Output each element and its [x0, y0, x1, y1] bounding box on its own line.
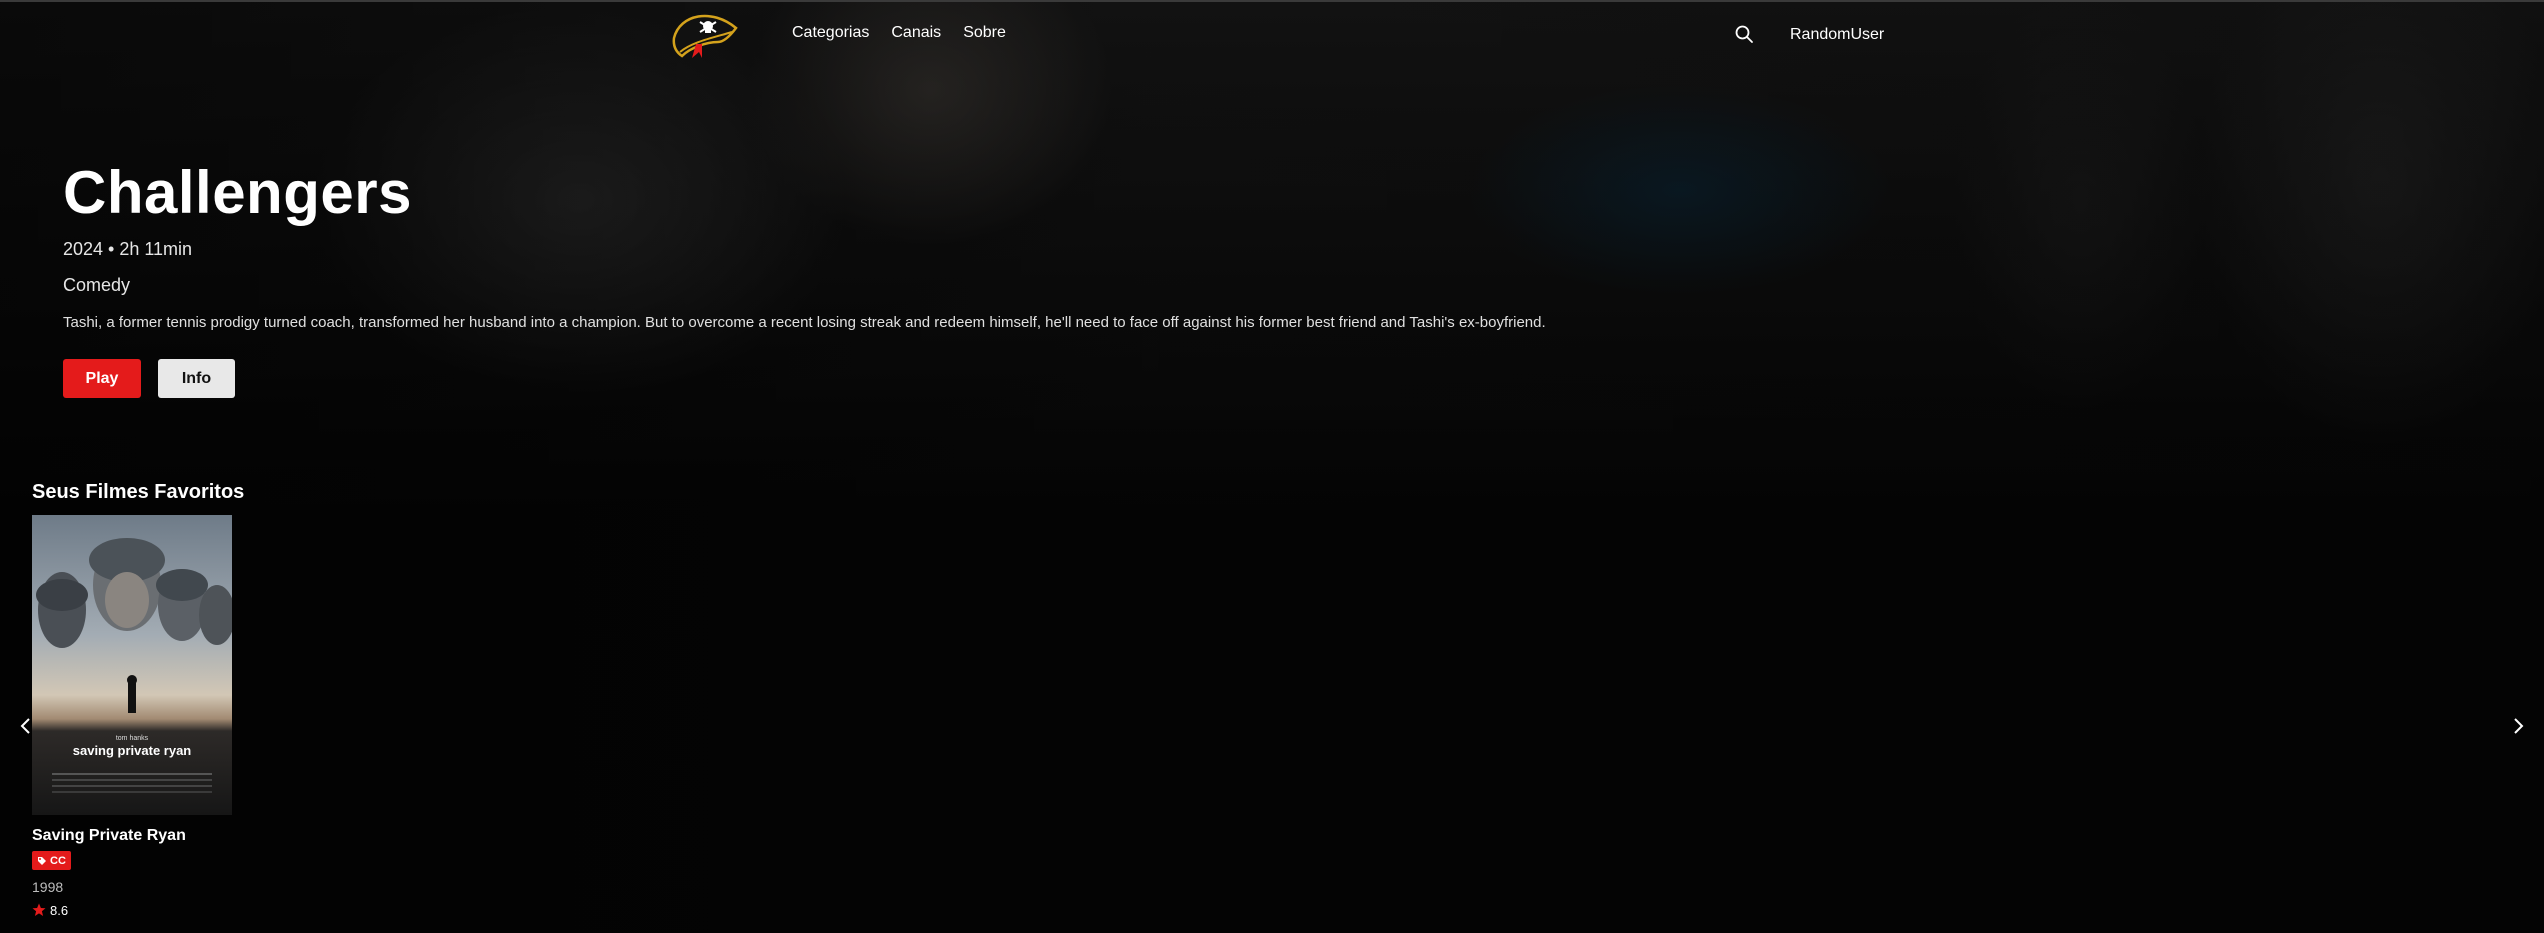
movie-year: 1998	[32, 878, 64, 895]
streaming-home-page: Categorias Canais Sobre RandomUser Chall…	[0, 0, 2544, 933]
movie-rating: 8.6	[32, 903, 232, 918]
info-button[interactable]: Info	[158, 359, 235, 398]
nav-links: Categorias Canais Sobre	[792, 24, 1006, 42]
movie-title: Saving Private Ryan	[32, 827, 186, 844]
nav-link-categorias[interactable]: Categorias	[792, 24, 869, 42]
play-button[interactable]: Play	[63, 359, 141, 398]
hero-meta: 2024 • 2h 11min	[63, 239, 193, 259]
rating-value: 8.6	[50, 902, 69, 918]
hero-title: Challengers	[63, 159, 412, 226]
carousel-next-button[interactable]	[2508, 714, 2528, 738]
hero-description: Tashi, a former tennis prodigy turned co…	[63, 314, 1546, 331]
cc-badge: CC	[32, 851, 71, 870]
svg-text:saving private ryan: saving private ryan	[73, 743, 192, 758]
hero-backdrop-image	[0, 0, 2544, 933]
movie-card[interactable]: tom hanks saving private ryan Saving Pri…	[32, 515, 232, 918]
favorites-row-title: Seus Filmes Favoritos	[32, 481, 245, 503]
tag-icon	[38, 856, 46, 865]
nav-link-canais[interactable]: Canais	[891, 24, 941, 42]
top-navbar: Categorias Canais Sobre RandomUser	[0, 0, 2544, 70]
star-icon	[32, 903, 46, 916]
hero-genre: Comedy	[63, 275, 131, 295]
user-menu[interactable]: RandomUser	[1790, 26, 1884, 44]
chevron-right-icon	[2514, 718, 2524, 734]
movie-poster: tom hanks saving private ryan	[32, 515, 232, 815]
pirate-hat-logo[interactable]	[672, 8, 740, 60]
nav-link-sobre[interactable]: Sobre	[963, 24, 1006, 42]
cc-badge-label: CC	[50, 854, 66, 867]
pirate-hat-logo-icon	[672, 14, 738, 58]
svg-text:tom hanks: tom hanks	[116, 735, 149, 742]
search-icon[interactable]	[1734, 24, 1754, 44]
